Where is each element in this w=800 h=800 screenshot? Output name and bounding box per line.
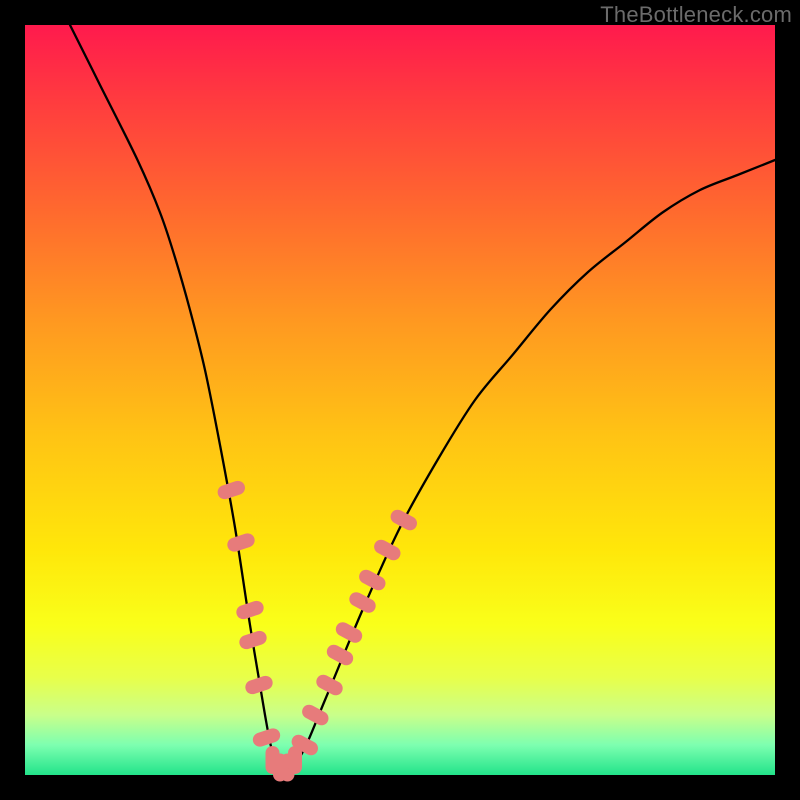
watermark-text: TheBottleneck.com <box>600 2 792 28</box>
highlight-beads <box>216 479 420 781</box>
outer-frame: TheBottleneck.com <box>0 0 800 800</box>
bottleneck-curve <box>70 25 775 769</box>
bead-marker <box>226 532 257 554</box>
bottleneck-curve-path <box>70 25 775 769</box>
bead-marker <box>216 479 247 501</box>
chart-svg <box>25 25 775 775</box>
bead-marker <box>314 672 345 698</box>
plot-area <box>25 25 775 775</box>
bead-marker <box>388 507 419 533</box>
bead-marker <box>372 537 403 563</box>
